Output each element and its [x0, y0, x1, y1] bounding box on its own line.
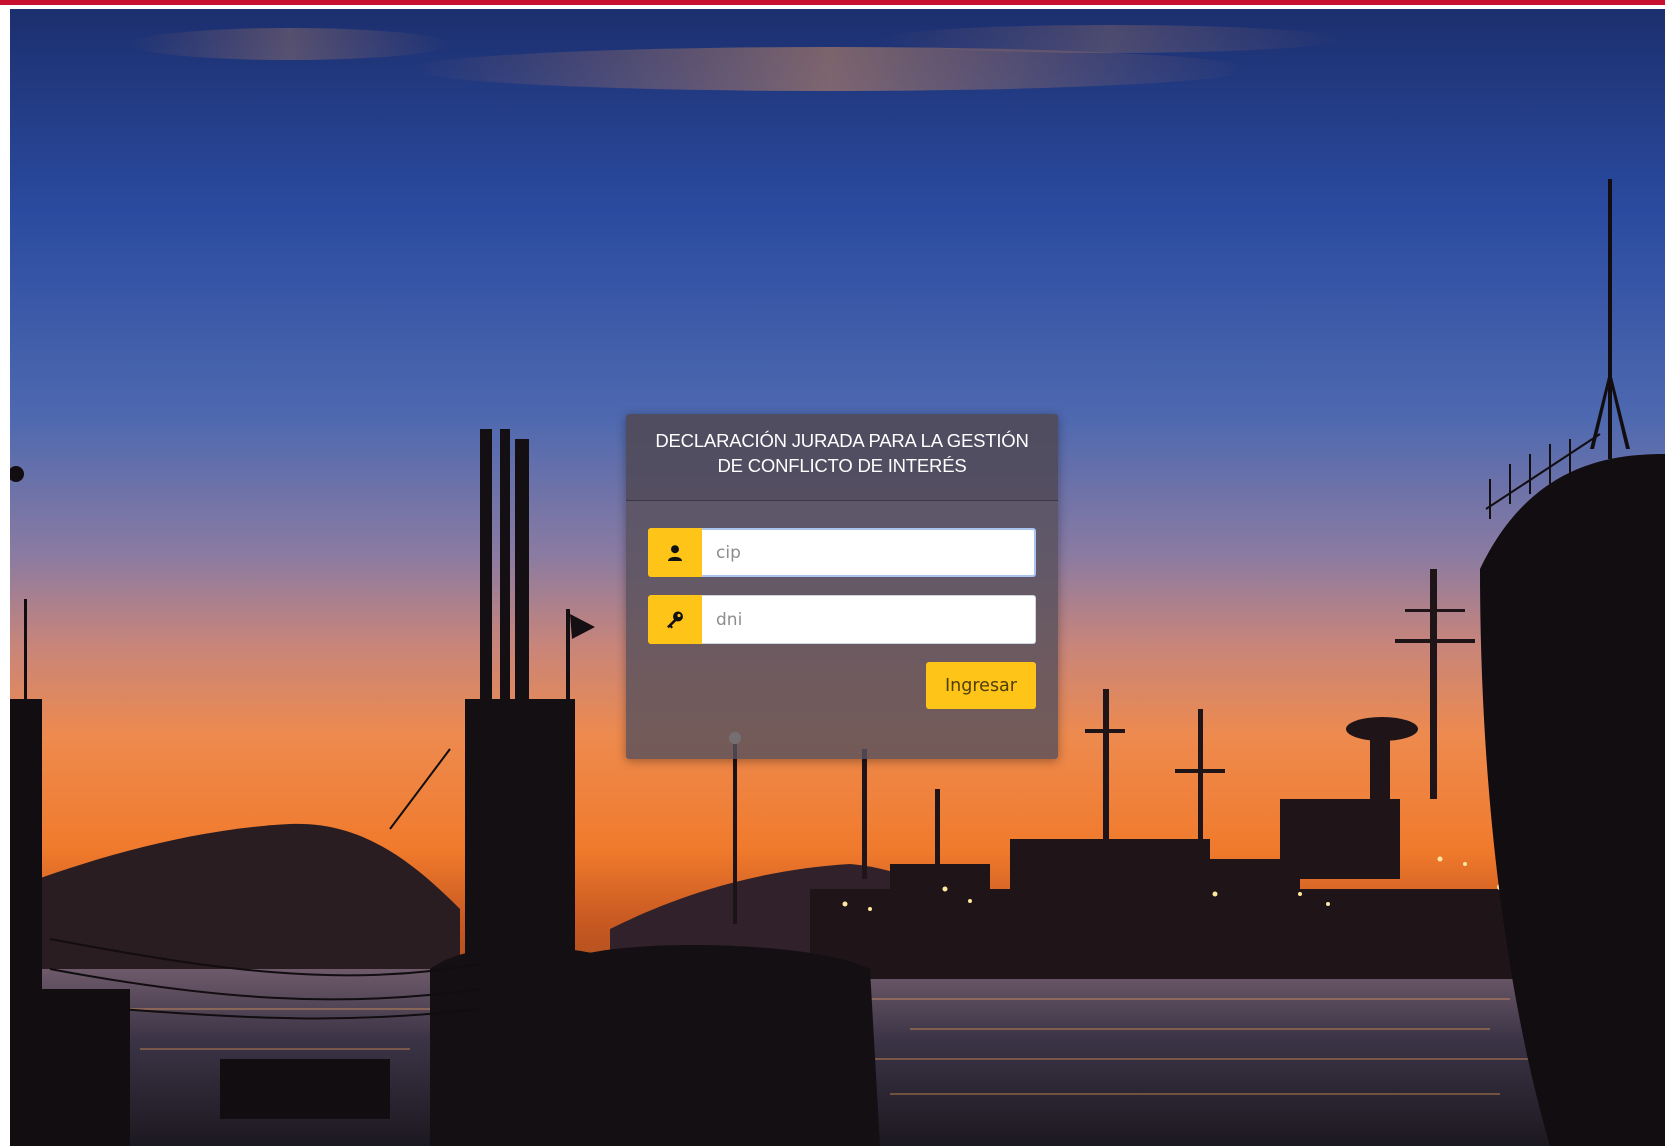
login-title: DECLARACIÓN JURADA PARA LA GESTIÓN DE CO… — [626, 414, 1058, 501]
cip-field-group — [648, 528, 1036, 577]
cip-input[interactable] — [702, 528, 1036, 577]
key-icon — [648, 595, 702, 644]
dni-input[interactable] — [702, 595, 1036, 644]
top-accent-bar — [0, 0, 1665, 5]
login-panel: DECLARACIÓN JURADA PARA LA GESTIÓN DE CO… — [626, 414, 1058, 759]
dni-field-group — [648, 595, 1036, 644]
login-submit-button[interactable]: Ingresar — [926, 662, 1036, 709]
user-icon — [648, 528, 702, 577]
